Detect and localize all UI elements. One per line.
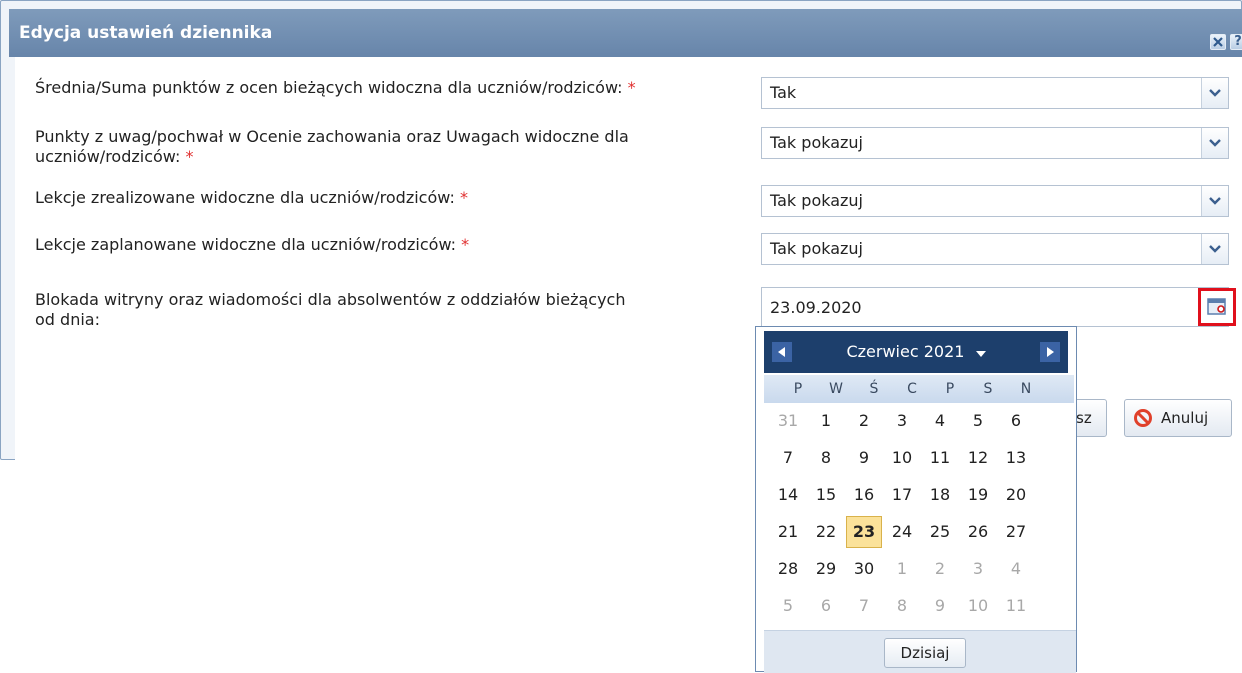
- calendar-day[interactable]: 12: [960, 442, 996, 474]
- calendar-day[interactable]: 9: [922, 590, 958, 622]
- today-button-label: Dzisiaj: [900, 644, 950, 662]
- calendar-day[interactable]: 8: [884, 590, 920, 622]
- label-avg-points: Średnia/Suma punktów z ocen bieżących wi…: [35, 78, 755, 98]
- date-input[interactable]: 23.09.2020: [761, 287, 1229, 327]
- select-value: Tak pokazuj: [770, 239, 863, 258]
- calendar-day[interactable]: 10: [884, 442, 920, 474]
- help-icon[interactable]: ?: [1230, 34, 1242, 50]
- required-mark: *: [461, 235, 470, 254]
- calendar-day[interactable]: 24: [884, 516, 920, 548]
- chevron-down-icon[interactable]: [1201, 128, 1228, 158]
- required-mark: *: [627, 78, 636, 97]
- save-button-label: sz: [1076, 409, 1092, 427]
- label-text: Lekcje zrealizowane widoczne dla uczniów…: [35, 188, 455, 207]
- label-block-date: Blokada witryny oraz wiadomości dla abso…: [35, 290, 755, 330]
- label-text: Lekcje zaplanowane widoczne dla uczniów/…: [35, 235, 457, 254]
- select-lessons-planned[interactable]: Tak pokazuj: [761, 233, 1229, 265]
- cancel-icon: [1134, 409, 1152, 427]
- calendar-day[interactable]: 28: [770, 553, 806, 585]
- calendar-day[interactable]: 7: [846, 590, 882, 622]
- dialog-title: Edycja ustawień dziennika: [19, 23, 273, 43]
- select-value: Tak: [770, 83, 797, 102]
- calendar-day[interactable]: 29: [808, 553, 844, 585]
- calendar-day[interactable]: 3: [960, 553, 996, 585]
- weekday-header: P W Ś C P S N: [764, 375, 1074, 403]
- label-text: od dnia:: [35, 310, 100, 329]
- today-button[interactable]: Dzisiaj: [884, 638, 966, 668]
- calendar-footer: Dzisiaj: [764, 630, 1076, 673]
- calendar-day[interactable]: 21: [770, 516, 806, 548]
- calendar-day[interactable]: 16: [846, 479, 882, 511]
- close-icon[interactable]: [1210, 34, 1226, 50]
- calendar-icon: [1207, 298, 1226, 315]
- calendar-day[interactable]: 11: [922, 442, 958, 474]
- calendar-day[interactable]: 14: [770, 479, 806, 511]
- label-text: uczniów/rodziców:: [35, 147, 181, 166]
- calendar-popup: Czerwiec 2021 P W Ś C P S N 31 1 2 3 4 5 6 7 8 9 1…: [755, 326, 1077, 673]
- calendar-day[interactable]: 13: [998, 442, 1034, 474]
- weekday-label: C: [907, 381, 917, 397]
- cancel-button-label: Anuluj: [1161, 409, 1209, 427]
- chevron-down-icon[interactable]: [1201, 78, 1228, 108]
- weekday-label: S: [983, 381, 993, 397]
- weekday-label: W: [829, 381, 843, 397]
- date-value: 23.09.2020: [770, 298, 862, 317]
- calendar-day[interactable]: 8: [808, 442, 844, 474]
- calendar-day[interactable]: 19: [960, 479, 996, 511]
- weekday-label: P: [945, 381, 955, 397]
- weekday-label: P: [793, 381, 803, 397]
- calendar-day[interactable]: 27: [998, 516, 1034, 548]
- calendar-day[interactable]: 30: [846, 553, 882, 585]
- label-remarks-points: Punkty z uwag/pochwał w Ocenie zachowani…: [35, 127, 755, 167]
- calendar-day[interactable]: 9: [846, 442, 882, 474]
- calendar-day[interactable]: 7: [770, 442, 806, 474]
- label-lessons-planned: Lekcje zaplanowane widoczne dla uczniów/…: [35, 235, 755, 255]
- calendar-day[interactable]: 20: [998, 479, 1034, 511]
- next-month-icon[interactable]: [1040, 342, 1060, 362]
- cancel-button[interactable]: Anuluj: [1124, 399, 1232, 437]
- weekday-label: Ś: [869, 381, 879, 397]
- calendar-header: Czerwiec 2021: [764, 331, 1068, 373]
- calendar-day[interactable]: 1: [808, 405, 844, 437]
- label-text: Blokada witryny oraz wiadomości dla abso…: [35, 290, 626, 309]
- calendar-day[interactable]: 5: [960, 405, 996, 437]
- weekday-label: N: [1020, 381, 1032, 397]
- calendar-day[interactable]: 17: [884, 479, 920, 511]
- calendar-button[interactable]: [1198, 288, 1236, 326]
- calendar-day-selected[interactable]: 23: [846, 516, 882, 548]
- label-lessons-realized: Lekcje zrealizowane widoczne dla uczniów…: [35, 188, 755, 208]
- select-value: Tak pokazuj: [770, 191, 863, 210]
- label-text: Punkty z uwag/pochwał w Ocenie zachowani…: [35, 127, 629, 146]
- calendar-day[interactable]: 22: [808, 516, 844, 548]
- select-lessons-realized[interactable]: Tak pokazuj: [761, 185, 1229, 217]
- dialog-title-bar[interactable]: Edycja ustawień dziennika ?: [9, 9, 1242, 57]
- calendar-day[interactable]: 18: [922, 479, 958, 511]
- required-mark: *: [185, 147, 194, 166]
- month-label: Czerwiec 2021: [846, 342, 965, 361]
- calendar-day[interactable]: 31: [770, 405, 806, 437]
- calendar-day[interactable]: 3: [884, 405, 920, 437]
- calendar-day[interactable]: 2: [922, 553, 958, 585]
- calendar-day[interactable]: 5: [770, 590, 806, 622]
- calendar-day[interactable]: 10: [960, 590, 996, 622]
- calendar-day[interactable]: 6: [808, 590, 844, 622]
- calendar-day[interactable]: 2: [846, 405, 882, 437]
- calendar-day[interactable]: 26: [960, 516, 996, 548]
- calendar-day[interactable]: 4: [998, 553, 1034, 585]
- chevron-down-icon[interactable]: [1201, 186, 1228, 216]
- calendar-day[interactable]: 6: [998, 405, 1034, 437]
- select-value: Tak pokazuj: [770, 133, 863, 152]
- calendar-day[interactable]: 1: [884, 553, 920, 585]
- chevron-down-icon[interactable]: [1201, 234, 1228, 264]
- calendar-day[interactable]: 15: [808, 479, 844, 511]
- select-remarks-points[interactable]: Tak pokazuj: [761, 127, 1229, 159]
- label-text: Średnia/Suma punktów z ocen bieżących wi…: [35, 78, 623, 97]
- calendar-day[interactable]: 4: [922, 405, 958, 437]
- required-mark: *: [459, 188, 468, 207]
- select-avg-points[interactable]: Tak: [761, 77, 1229, 109]
- calendar-day[interactable]: 25: [922, 516, 958, 548]
- month-selector[interactable]: Czerwiec 2021: [764, 331, 1068, 373]
- calendar-day[interactable]: 11: [998, 590, 1034, 622]
- caret-down-icon: [975, 351, 986, 357]
